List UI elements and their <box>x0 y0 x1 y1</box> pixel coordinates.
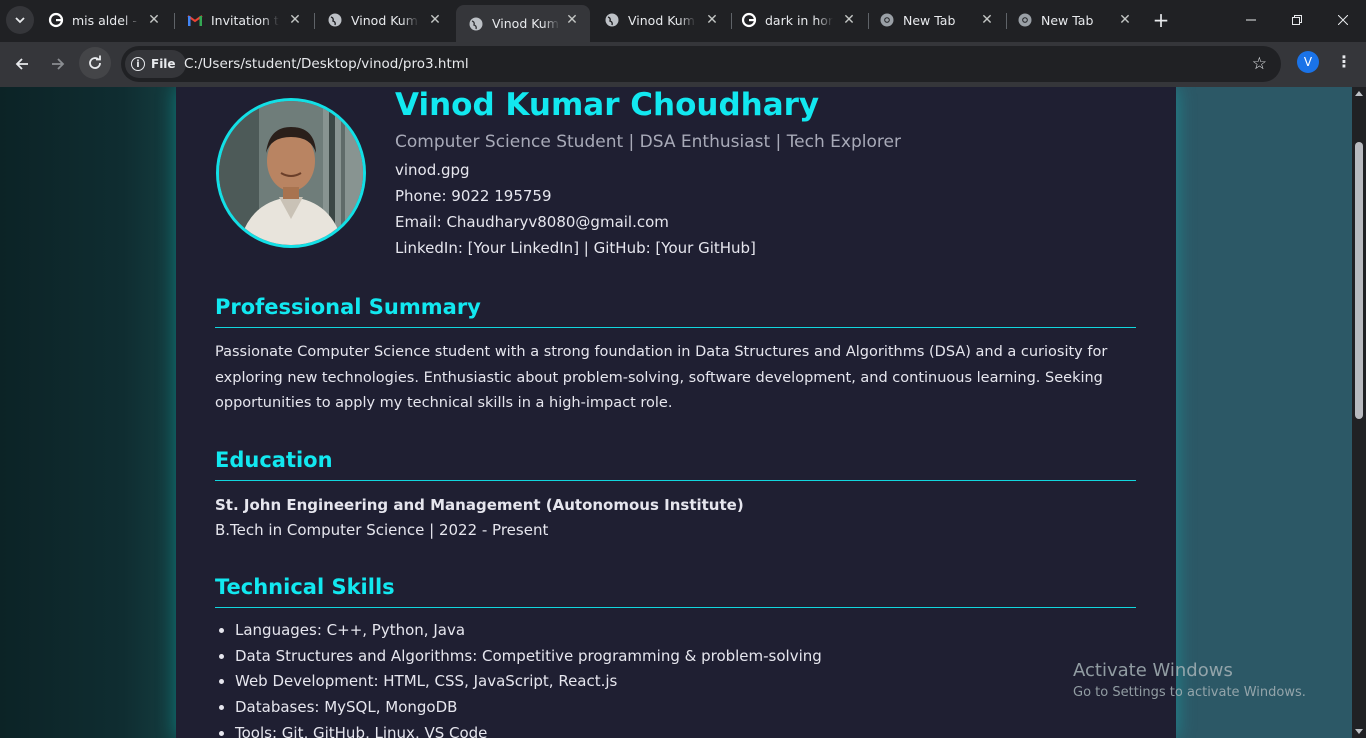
gmail-icon <box>187 12 203 28</box>
list-item: Languages: C++, Python, Java <box>235 618 822 644</box>
summary-heading: Professional Summary <box>215 295 481 319</box>
menu-kebab-icon[interactable]: ⋮ <box>1334 52 1354 72</box>
contact-email: Email: Chaudharyv8080@gmail.com <box>395 213 669 231</box>
tab-title: mis aldel - Go <box>72 12 140 28</box>
globe-icon <box>604 12 620 28</box>
arrow-left-icon <box>15 58 28 70</box>
tab-1[interactable]: mis aldel - Go ✕ <box>36 5 172 35</box>
profile-photo <box>216 98 366 248</box>
restore-icon <box>1292 15 1302 25</box>
chevron-down-icon <box>15 17 25 24</box>
page-background-right <box>1176 87 1352 738</box>
tab-5[interactable]: Vinod Kumar ✕ <box>592 5 730 35</box>
close-icon[interactable]: ✕ <box>427 12 443 28</box>
page-background-left <box>0 87 176 738</box>
tab-title: Invitation to <box>211 12 279 28</box>
education-divider <box>215 480 1136 481</box>
resume-tagline: Computer Science Student | DSA Enthusias… <box>395 132 901 152</box>
scheme-label: File <box>151 57 176 71</box>
education-degree: B.Tech in Computer Science | 2022 - Pres… <box>215 521 549 539</box>
chrome-icon <box>1017 12 1033 28</box>
url-text[interactable]: C:/Users/student/Desktop/vinod/pro3.html <box>184 46 469 82</box>
reload-icon <box>89 55 101 69</box>
resume-card: Vinod Kumar Choudhary Computer Science S… <box>176 87 1176 738</box>
scroll-thumb[interactable] <box>1355 142 1363 419</box>
profile-avatar[interactable]: V <box>1297 51 1319 73</box>
list-item: Tools: Git, GitHub, Linux, VS Code <box>235 721 822 738</box>
skills-heading: Technical Skills <box>215 575 395 599</box>
tab-title: New Tab <box>903 12 956 28</box>
bookmark-star-icon[interactable]: ☆ <box>1252 55 1267 73</box>
activate-windows-watermark: Activate Windows Go to Settings to activ… <box>1073 660 1306 700</box>
watermark-subtitle: Go to Settings to activate Windows. <box>1073 685 1306 700</box>
scroll-up-arrow-icon[interactable] <box>1355 91 1363 96</box>
tab-3[interactable]: Vinod Kumar ✕ <box>315 5 453 35</box>
arrow-right-icon <box>52 58 65 70</box>
tab-2[interactable]: Invitation to ✕ <box>175 5 313 35</box>
tab-search-button[interactable] <box>6 6 34 34</box>
globe-icon <box>468 16 484 32</box>
tab-strip: mis aldel - Go ✕ Invitation to ✕ Vinod K… <box>0 0 1366 42</box>
tab-title: dark in horse <box>765 12 833 28</box>
list-item: Databases: MySQL, MongoDB <box>235 695 822 721</box>
address-bar[interactable]: i File C:/Users/student/Desktop/vinod/pr… <box>121 46 1281 82</box>
close-icon[interactable]: ✕ <box>564 12 580 28</box>
close-icon[interactable]: ✕ <box>704 12 720 28</box>
close-icon[interactable]: ✕ <box>841 12 857 28</box>
tab-title: Vinod Kumar <box>628 12 696 28</box>
tab-7[interactable]: New Tab ✕ <box>867 5 1005 35</box>
close-icon[interactable]: ✕ <box>287 12 303 28</box>
page-viewport: Vinod Kumar Choudhary Computer Science S… <box>0 87 1352 738</box>
resume-name: Vinod Kumar Choudhary <box>395 87 820 123</box>
tab-title: Vinod Kumar <box>492 16 560 31</box>
summary-divider <box>215 327 1136 328</box>
close-icon[interactable]: ✕ <box>146 12 162 28</box>
contact-phone: Phone: 9022 195759 <box>395 187 552 205</box>
info-icon: i <box>131 57 145 71</box>
minimize-button[interactable] <box>1228 0 1274 40</box>
tab-8[interactable]: New Tab ✕ <box>1005 5 1143 35</box>
contact-links: LinkedIn: [Your LinkedIn] | GitHub: [You… <box>395 239 756 257</box>
tab-title: Vinod Kumar <box>351 12 419 28</box>
tab-4-active[interactable]: Vinod Kumar ✕ <box>456 5 590 42</box>
restore-button[interactable] <box>1274 0 1320 40</box>
google-icon <box>48 12 64 28</box>
list-item: Web Development: HTML, CSS, JavaScript, … <box>235 669 822 695</box>
tab-6[interactable]: dark in horse ✕ <box>729 5 867 35</box>
tab-title: New Tab <box>1041 12 1094 28</box>
list-item: Data Structures and Algorithms: Competit… <box>235 644 822 670</box>
forward-button[interactable] <box>44 50 72 78</box>
new-tab-button[interactable]: + <box>1150 9 1172 31</box>
window-close-button[interactable] <box>1320 0 1366 40</box>
education-school: St. John Engineering and Management (Aut… <box>215 496 744 514</box>
skills-list: Languages: C++, Python, Java Data Struct… <box>215 618 822 738</box>
summary-text: Passionate Computer Science student with… <box>215 344 1108 411</box>
close-icon[interactable]: ✕ <box>1117 12 1133 28</box>
chrome-icon <box>879 12 895 28</box>
watermark-title: Activate Windows <box>1073 660 1233 681</box>
scroll-down-arrow-icon[interactable] <box>1355 729 1363 734</box>
globe-icon <box>327 12 343 28</box>
photo-filename-text: vinod.gpg <box>395 161 470 179</box>
education-heading: Education <box>215 448 333 472</box>
site-info-chip[interactable]: i File <box>125 50 186 78</box>
browser-toolbar: i File C:/Users/student/Desktop/vinod/pr… <box>0 42 1366 87</box>
page-scrollbar[interactable] <box>1352 87 1366 738</box>
google-icon <box>741 12 757 28</box>
skills-divider <box>215 607 1136 608</box>
back-button[interactable] <box>8 50 36 78</box>
close-icon[interactable]: ✕ <box>979 12 995 28</box>
minimize-icon <box>1246 19 1256 21</box>
reload-button[interactable] <box>79 47 111 79</box>
close-icon <box>1338 15 1348 25</box>
